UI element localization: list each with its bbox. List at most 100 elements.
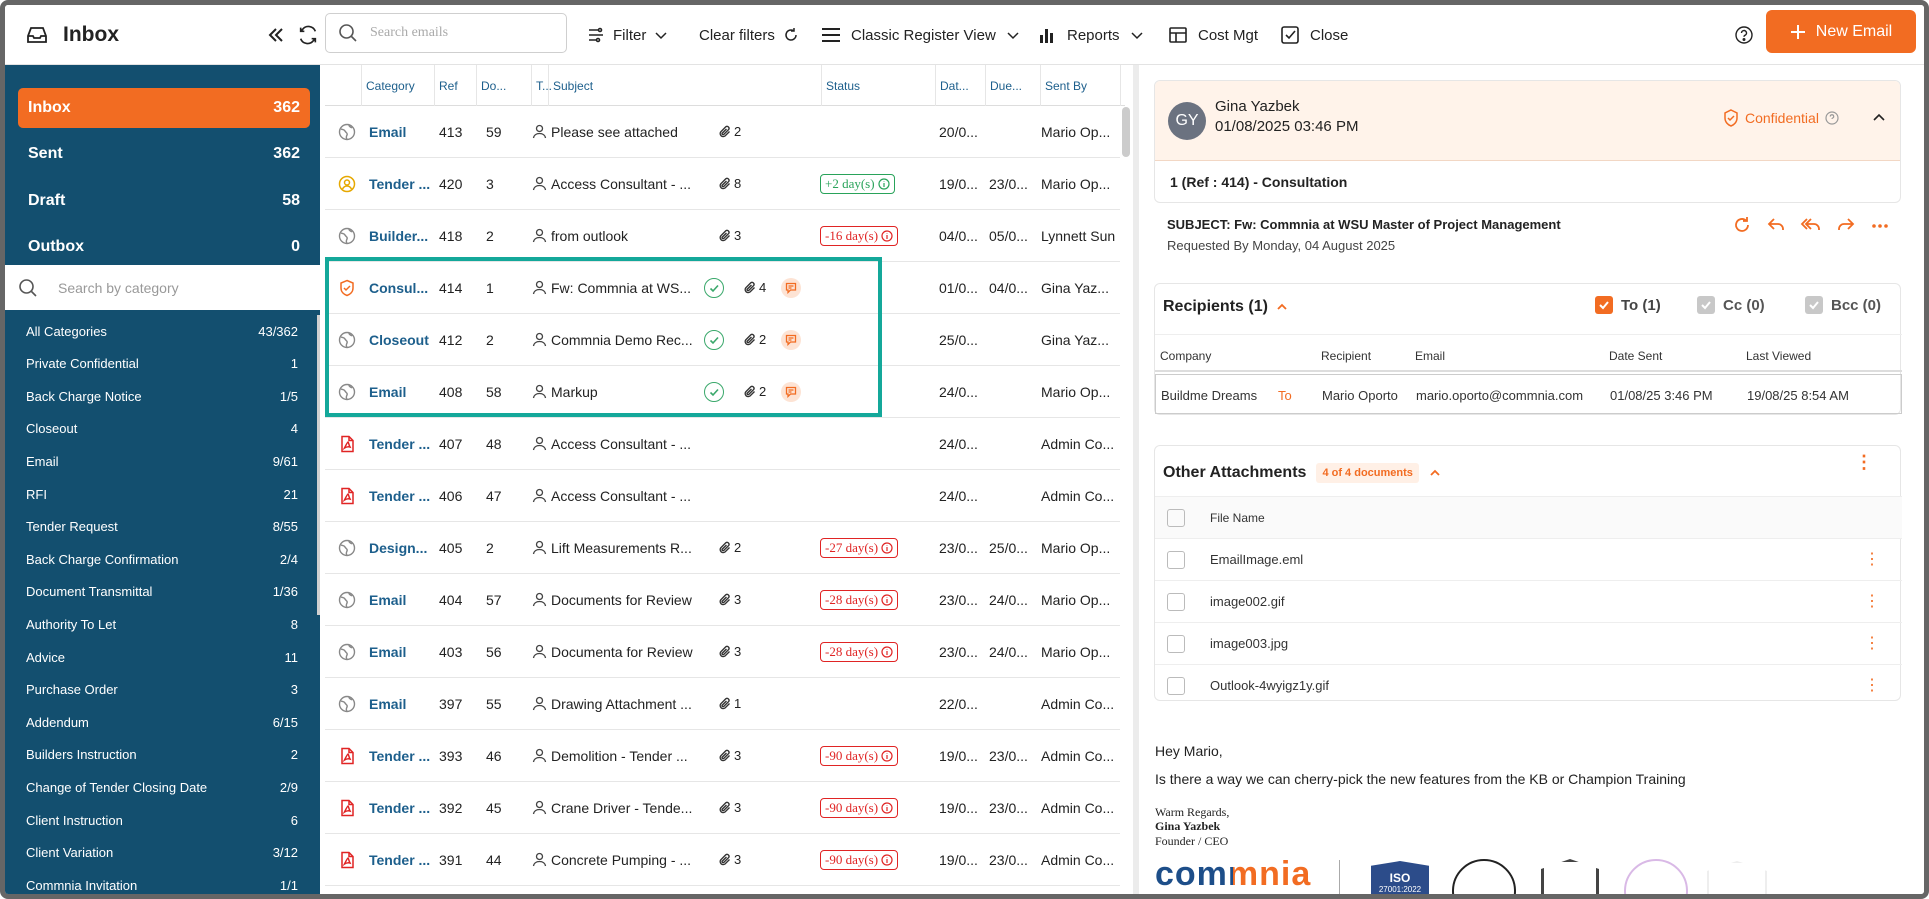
reports-menu[interactable]: Reports [1039,5,1144,65]
category-item[interactable]: Purchase Order 3 [26,677,298,703]
folder-draft[interactable]: Draft 58 [18,181,310,221]
clear-filters-button[interactable]: Clear filters [699,5,799,65]
category-item[interactable]: RFI 21 [26,481,298,507]
file-row[interactable]: image003.jpg ⋮ [1155,622,1902,664]
row-category[interactable]: Builder... [369,210,435,261]
category-search-input[interactable] [58,279,298,296]
row-category[interactable]: Design... [369,522,435,573]
category-item[interactable]: Tender Request 8/55 [26,514,298,540]
row-category[interactable]: Tender ... [369,834,435,885]
category-item[interactable]: Client Variation 3/12 [26,840,298,866]
row-category[interactable]: Closeout [369,314,435,365]
category-item[interactable]: Advice 11 [26,644,298,670]
attachment-count[interactable]: 2 [718,540,741,555]
category-item[interactable]: Back Charge Notice 1/5 [26,383,298,409]
folder-sent[interactable]: Sent 362 [18,134,310,174]
category-item[interactable]: Change of Tender Closing Date 2/9 [26,774,298,800]
column-header[interactable]: Dat... [936,65,986,106]
category-item[interactable]: Back Charge Confirmation 2/4 [26,546,298,572]
row-category[interactable]: Email [369,678,435,729]
bcc-filter[interactable]: Bcc (0) [1805,296,1881,314]
table-row[interactable]: Tender ... 393 46 Demolition - Tender ... 3 -… [325,730,1120,782]
column-header[interactable]: Ref [435,65,477,106]
forward-icon[interactable] [1836,215,1856,235]
category-item[interactable]: Commnia Invitation 1/1 [26,872,298,894]
table-row[interactable]: Builder... 418 2 from outlook 3 -16 day(s) 04/… [325,210,1120,262]
column-header[interactable]: T... [532,65,552,106]
file-row[interactable]: image002.gif ⋮ [1155,580,1902,622]
folder-outbox[interactable]: Outbox 0 [18,227,310,267]
table-row[interactable]: Closeout 412 2 Commnia Demo Rec... 2 25/0... G… [325,314,1120,366]
select-all-checkbox[interactable] [1167,509,1185,527]
attachment-count[interactable]: 1 [718,696,741,711]
attachments-toggle[interactable]: Other Attachments 4 of 4 documents [1163,463,1441,483]
to-filter[interactable]: To (1) [1595,296,1661,314]
cost-mgt-button[interactable]: Cost Mgt [1168,5,1258,65]
attachment-count[interactable]: 3 [718,748,741,763]
category-item[interactable]: Client Instruction 6 [26,807,298,833]
row-category[interactable]: Email [369,106,435,157]
attachment-count[interactable]: 2 [743,384,766,399]
recipient-row[interactable]: Buildme Dreams To Mario Oporto mario.opo… [1155,374,1902,414]
file-more-icon[interactable]: ⋮ [1864,549,1880,569]
view-selector[interactable]: Classic Register View [821,5,1020,65]
row-category[interactable]: Consul... [369,262,435,313]
attachment-count[interactable]: 8 [718,176,741,191]
column-header[interactable]: Do... [477,65,532,106]
category-item[interactable]: Builders Instruction 2 [26,742,298,768]
search-input[interactable] [370,25,550,41]
file-more-icon[interactable]: ⋮ [1864,675,1880,695]
table-row[interactable]: Consul... 414 1 Fw: Commnia at WS... 4 01/0..… [325,262,1120,314]
column-header[interactable]: Sent By [1041,65,1121,106]
close-button[interactable]: Close [1280,5,1348,65]
row-category[interactable]: Tender ... [369,470,435,521]
table-row[interactable]: Tender ... 407 48 Access Consultant - ... 24… [325,418,1120,470]
filter-button[interactable]: Filter [587,5,668,65]
column-header[interactable]: Status [822,65,936,106]
category-item[interactable]: All Categories 43/362 [26,318,298,344]
table-row[interactable]: Email 403 56 Documenta for Review 3 -28 day(s… [325,626,1120,678]
sidebar-scrollbar[interactable] [317,315,320,615]
table-scrollbar[interactable] [1122,107,1130,157]
cc-filter[interactable]: Cc (0) [1697,296,1765,314]
attachments-more-icon[interactable]: ⋮ [1855,453,1873,471]
table-row[interactable]: Design... 405 2 Lift Measurements R... 2 -27 … [325,522,1120,574]
recipients-toggle[interactable]: Recipients (1) [1163,298,1288,316]
attachment-count[interactable]: 3 [718,644,741,659]
refresh-icon[interactable] [297,5,319,65]
file-checkbox[interactable] [1167,551,1185,569]
category-item[interactable]: Email 9/61 [26,448,298,474]
attachment-count[interactable]: 3 [718,800,741,815]
attachment-count[interactable]: 2 [718,124,741,139]
file-checkbox[interactable] [1167,635,1185,653]
column-header[interactable]: Due... [986,65,1041,106]
attachment-count[interactable]: 4 [743,280,766,295]
resend-icon[interactable] [1732,215,1752,235]
collapse-icon[interactable] [1872,111,1886,128]
column-header[interactable]: Category [362,65,435,106]
row-category[interactable]: Tender ... [369,418,435,469]
table-row[interactable]: Tender ... 392 45 Crane Driver - Tende... 3 -… [325,782,1120,834]
attachment-count[interactable]: 3 [718,228,741,243]
table-row[interactable]: Email 413 59 Please see attached 2 20/0... Mar… [325,106,1120,158]
row-category[interactable]: Email [369,574,435,625]
table-row[interactable]: Tender ... 420 3 Access Consultant - ... 8 +2… [325,158,1120,210]
category-item[interactable]: Addendum 6/15 [26,709,298,735]
category-item[interactable]: Document Transmittal 1/36 [26,579,298,605]
table-row[interactable]: Email 404 57 Documents for Review 3 -28 day(s… [325,574,1120,626]
row-category[interactable]: Tender ... [369,730,435,781]
category-item[interactable]: Private Confidential 1 [26,351,298,377]
file-checkbox[interactable] [1167,677,1185,695]
file-checkbox[interactable] [1167,593,1185,611]
file-more-icon[interactable]: ⋮ [1864,591,1880,611]
comment-icon[interactable] [781,278,801,298]
file-row[interactable]: Outlook-4wyigz1y.gif ⋮ [1155,664,1902,706]
help-icon[interactable] [1734,5,1754,65]
row-category[interactable]: Tender ... [369,158,435,209]
new-email-button[interactable]: New Email [1766,10,1916,53]
category-item[interactable]: Closeout 4 [26,416,298,442]
confidential-badge[interactable]: Confidential [1723,109,1839,127]
more-icon[interactable] [1870,215,1890,235]
row-category[interactable]: Tender ... [369,782,435,833]
comment-icon[interactable] [781,330,801,350]
